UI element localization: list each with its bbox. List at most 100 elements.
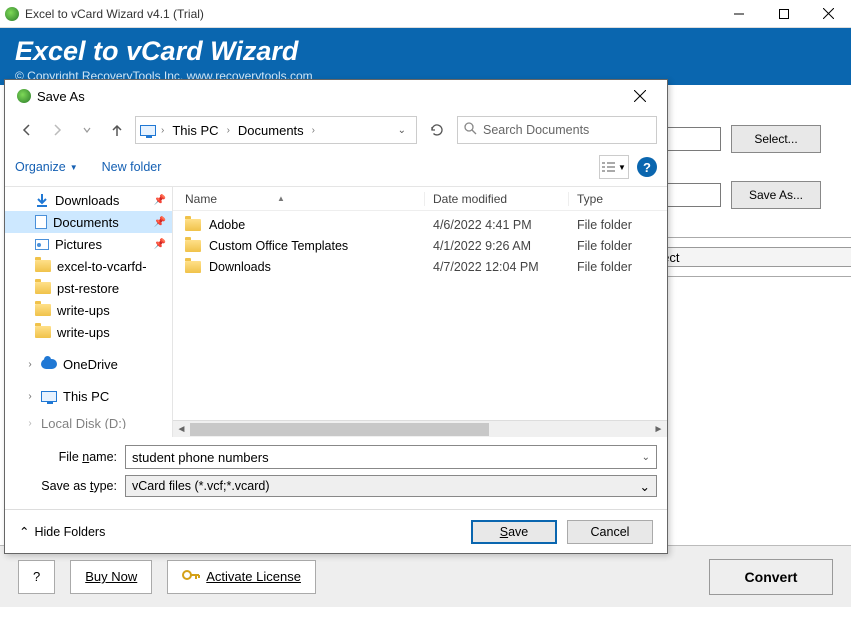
sidebar: Downloads 📌 Documents 📌 Pictures 📌 excel…: [5, 187, 173, 437]
folder-icon: [185, 219, 201, 231]
savetype-value: vCard files (*.vcf;*.vcard): [132, 479, 270, 493]
sidebar-item-folder[interactable]: pst-restore: [5, 277, 172, 299]
scroll-right-button[interactable]: ►: [650, 421, 667, 438]
bottom-bar: ? Buy Now Activate License Convert: [0, 545, 851, 607]
saveas-button[interactable]: Save As...: [731, 181, 821, 209]
sidebar-item-thispc[interactable]: › This PC: [5, 385, 172, 407]
column-name[interactable]: Name ▲: [173, 192, 425, 206]
chevron-right-icon[interactable]: ›: [224, 125, 233, 136]
window-title: Excel to vCard Wizard v4.1 (Trial): [25, 7, 716, 21]
cancel-button[interactable]: Cancel: [567, 520, 653, 544]
file-date: 4/1/2022 9:26 AM: [425, 239, 569, 253]
dropdown-arrow-icon[interactable]: ⌄: [642, 452, 650, 463]
breadcrumb-documents[interactable]: Documents: [235, 121, 307, 140]
dropdown-arrow-icon[interactable]: ⌄: [640, 479, 650, 494]
folder-icon: [185, 261, 201, 273]
app-banner: Excel to vCard Wizard © Copyright Recove…: [0, 28, 851, 85]
convert-button[interactable]: Convert: [709, 559, 833, 595]
close-button[interactable]: [806, 0, 851, 28]
sidebar-item-localdisk[interactable]: › Local Disk (D:): [5, 417, 172, 429]
sidebar-item-downloads[interactable]: Downloads 📌: [5, 189, 172, 211]
expand-icon[interactable]: ›: [25, 391, 35, 402]
sidebar-label: write-ups: [57, 303, 110, 318]
sidebar-label: Downloads: [55, 193, 119, 208]
horizontal-scrollbar[interactable]: ◄ ►: [173, 420, 667, 437]
pin-icon: 📌: [154, 217, 166, 228]
nav-forward-button[interactable]: [45, 118, 69, 142]
pin-icon: 📌: [154, 239, 166, 250]
dropdown-arrow-icon: ▼: [618, 163, 626, 172]
breadcrumb-thispc[interactable]: This PC: [169, 121, 221, 140]
nav-recent-button[interactable]: [75, 118, 99, 142]
file-row[interactable]: Custom Office Templates 4/1/2022 9:26 AM…: [173, 235, 667, 256]
file-list: Adobe 4/6/2022 4:41 PM File folder Custo…: [173, 211, 667, 420]
sidebar-item-documents[interactable]: Documents 📌: [5, 211, 172, 233]
sidebar-label: excel-to-vcarfd-: [57, 259, 147, 274]
file-row[interactable]: Downloads 4/7/2022 12:04 PM File folder: [173, 256, 667, 277]
pc-icon: [140, 125, 156, 136]
activate-license-button[interactable]: Activate License: [167, 560, 316, 594]
file-type: File folder: [569, 239, 667, 253]
breadcrumb[interactable]: › This PC › Documents › ⌄: [135, 116, 417, 144]
sidebar-item-folder[interactable]: write-ups: [5, 321, 172, 343]
scroll-left-button[interactable]: ◄: [173, 421, 190, 438]
folder-icon: [35, 304, 51, 316]
maximize-button[interactable]: [761, 0, 806, 28]
select-button[interactable]: Select...: [731, 125, 821, 153]
file-area: Name ▲ Date modified Type Adobe 4/6/2022…: [173, 187, 667, 437]
folder-icon: [35, 326, 51, 338]
sidebar-label: This PC: [63, 389, 109, 404]
sidebar-label: pst-restore: [57, 281, 119, 296]
expand-icon[interactable]: ›: [25, 418, 35, 429]
nav-up-button[interactable]: [105, 118, 129, 142]
sidebar-item-folder[interactable]: write-ups: [5, 299, 172, 321]
file-name: Adobe: [209, 218, 245, 232]
file-date: 4/6/2022 4:41 PM: [425, 218, 569, 232]
folder-icon: [185, 240, 201, 252]
view-mode-button[interactable]: ▼: [599, 155, 629, 179]
refresh-button[interactable]: [423, 116, 451, 144]
folder-icon: [35, 282, 51, 294]
column-date[interactable]: Date modified: [425, 192, 569, 206]
file-type: File folder: [569, 260, 667, 274]
savetype-label: Save as type:: [15, 479, 125, 493]
hide-folders-toggle[interactable]: ⌃ Hide Folders: [19, 524, 105, 539]
nav-back-button[interactable]: [15, 118, 39, 142]
window-controls: [716, 0, 851, 28]
organize-menu[interactable]: Organize ▼: [15, 160, 78, 174]
download-icon: [35, 193, 49, 207]
dropdown-arrow-icon: ▼: [70, 163, 78, 172]
help-button[interactable]: ?: [18, 560, 55, 594]
sidebar-label: OneDrive: [63, 357, 118, 372]
savetype-select[interactable]: vCard files (*.vcf;*.vcard) ⌄: [125, 475, 657, 497]
sidebar-item-folder[interactable]: excel-to-vcarfd-: [5, 255, 172, 277]
dialog-close-button[interactable]: [625, 81, 655, 111]
sidebar-item-onedrive[interactable]: › OneDrive: [5, 353, 172, 375]
document-icon: [35, 215, 47, 229]
filename-value: student phone numbers: [132, 450, 269, 465]
sidebar-item-pictures[interactable]: Pictures 📌: [5, 233, 172, 255]
cloud-icon: [41, 359, 57, 369]
save-button[interactable]: Save: [471, 520, 557, 544]
minimize-button[interactable]: [716, 0, 761, 28]
file-name: Downloads: [209, 260, 271, 274]
column-type[interactable]: Type: [569, 192, 667, 206]
file-name: Custom Office Templates: [209, 239, 348, 253]
dialog-app-icon: [17, 89, 31, 103]
new-folder-button[interactable]: New folder: [102, 160, 162, 174]
folder-icon: [35, 260, 51, 272]
search-placeholder: Search Documents: [483, 123, 589, 137]
help-icon[interactable]: ?: [637, 157, 657, 177]
file-row[interactable]: Adobe 4/6/2022 4:41 PM File folder: [173, 214, 667, 235]
chevron-right-icon[interactable]: ›: [158, 125, 167, 136]
expand-icon[interactable]: ›: [25, 359, 35, 370]
sidebar-label: Documents: [53, 215, 119, 230]
breadcrumb-dropdown[interactable]: ⌄: [392, 125, 412, 136]
filename-input[interactable]: student phone numbers ⌄: [125, 445, 657, 469]
column-headers: Name ▲ Date modified Type: [173, 187, 667, 211]
scroll-thumb[interactable]: [190, 421, 650, 438]
search-input[interactable]: Search Documents: [457, 116, 657, 144]
banner-heading: Excel to vCard Wizard: [15, 36, 836, 67]
chevron-right-icon[interactable]: ›: [309, 125, 318, 136]
buy-now-button[interactable]: Buy Now: [70, 560, 152, 594]
